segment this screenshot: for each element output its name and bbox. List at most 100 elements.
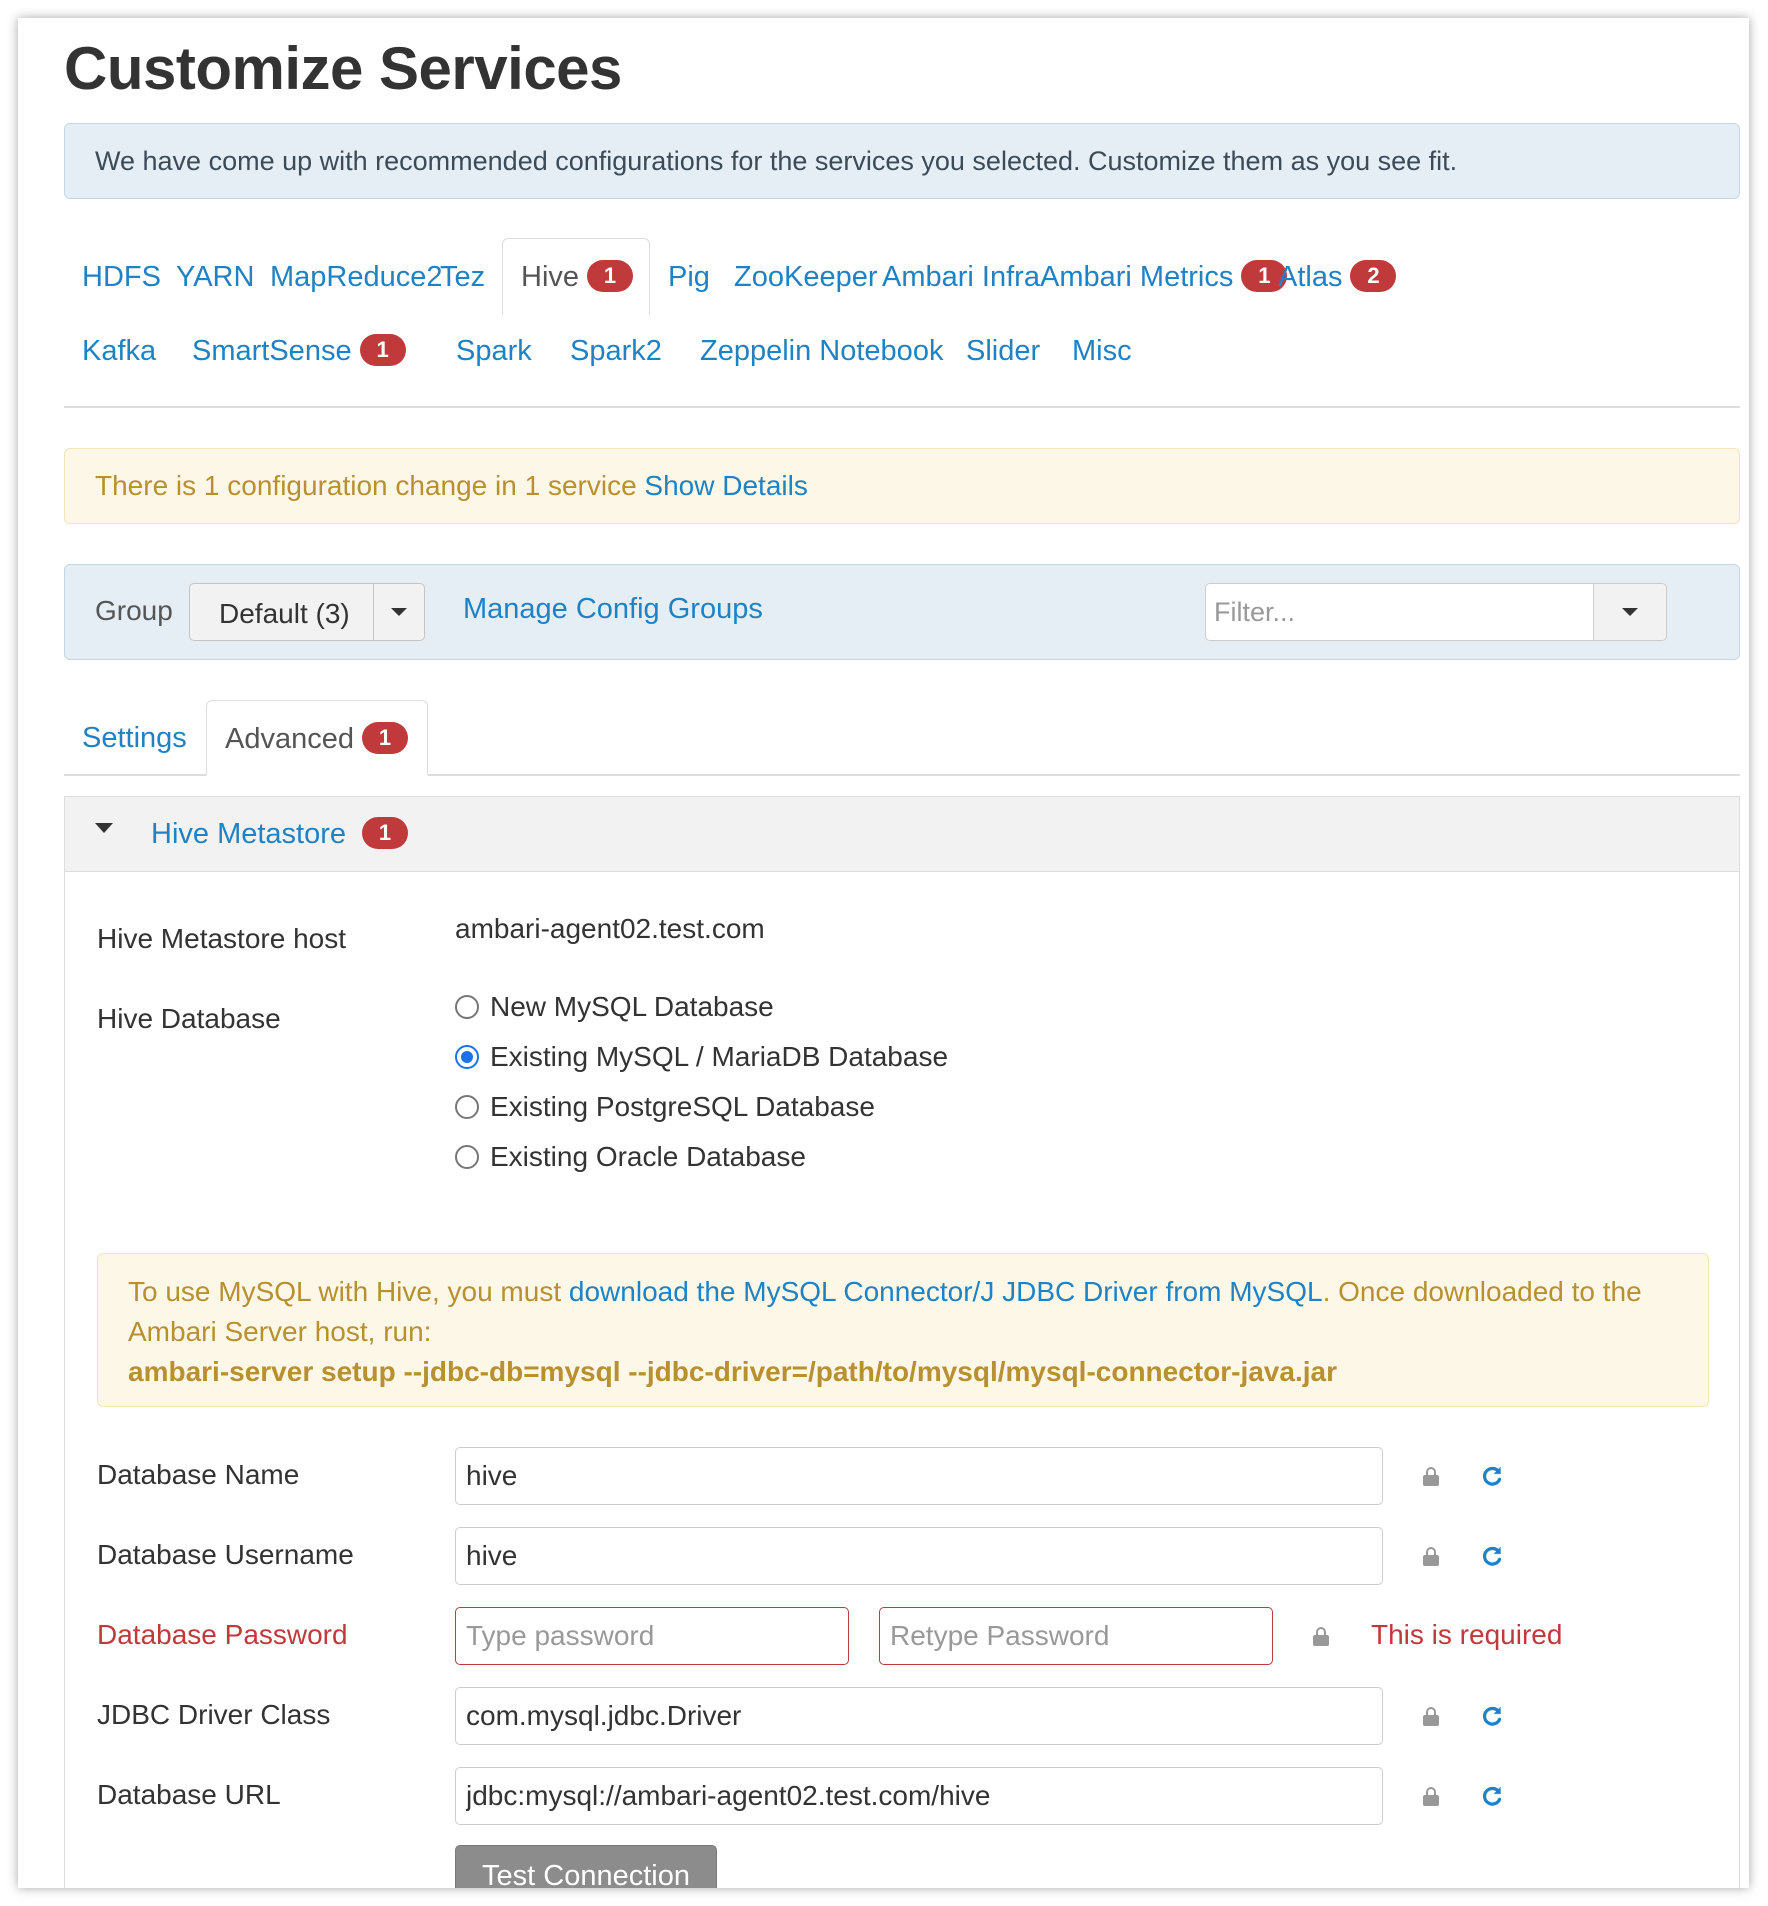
caret-down-icon bbox=[1622, 608, 1638, 616]
tab-label: Advanced bbox=[225, 723, 354, 755]
metastore-host-value: ambari-agent02.test.com bbox=[455, 913, 765, 944]
tab-label: YARN bbox=[176, 261, 255, 293]
download-driver-link[interactable]: download the MySQL Connector/J JDBC Driv… bbox=[569, 1276, 1323, 1307]
db-name-label: Database Name bbox=[97, 1459, 300, 1490]
section-title-link[interactable]: Hive Metastore bbox=[151, 818, 346, 850]
tab-kafka[interactable]: Kafka bbox=[64, 314, 174, 388]
radio-new-mysql[interactable]: New MySQL Database bbox=[455, 989, 774, 1025]
mysql-driver-note: To use MySQL with Hive, you must downloa… bbox=[97, 1253, 1709, 1407]
collapse-caret-icon[interactable] bbox=[95, 823, 113, 833]
tab-label: Misc bbox=[1072, 335, 1132, 367]
jdbc-driver-label: JDBC Driver Class bbox=[97, 1699, 331, 1730]
hive-database-label: Hive Database bbox=[97, 1003, 281, 1034]
metastore-host-label: Hive Metastore host bbox=[97, 923, 346, 954]
config-change-alert: There is 1 configuration change in 1 ser… bbox=[64, 448, 1740, 524]
radio-existing-mysql[interactable]: Existing MySQL / MariaDB Database bbox=[455, 1039, 948, 1075]
tab-misc[interactable]: Misc bbox=[1054, 314, 1150, 388]
db-url-label: Database URL bbox=[97, 1779, 281, 1810]
note-text: To use MySQL with Hive, you must bbox=[128, 1276, 562, 1307]
wizard-content: Customize Services We have come up with … bbox=[64, 18, 1740, 1888]
tab-advanced[interactable]: Advanced 1 bbox=[206, 700, 428, 776]
tab-label: Kafka bbox=[82, 335, 157, 367]
required-error-text: This is required bbox=[1371, 1619, 1563, 1650]
radio-button[interactable] bbox=[455, 994, 479, 1019]
group-select[interactable]: Default (3) bbox=[189, 583, 425, 641]
manage-config-groups-link[interactable]: Manage Config Groups bbox=[463, 593, 763, 626]
filter-input[interactable] bbox=[1205, 583, 1594, 641]
section-header[interactable]: Hive Metastore 1 bbox=[65, 797, 1739, 872]
tab-label: SmartSense bbox=[192, 335, 352, 367]
hive-metastore-section: Hive Metastore 1 Hive Metastore host amba… bbox=[64, 796, 1740, 1888]
wizard-window: Customize Services We have come up with … bbox=[18, 18, 1749, 1888]
lock-icon[interactable] bbox=[1423, 1547, 1439, 1566]
tab-label: Tez bbox=[440, 261, 486, 293]
tab-badge: 1 bbox=[359, 334, 406, 367]
tab-label: HDFS bbox=[82, 261, 161, 293]
tab-badge: 1 bbox=[362, 722, 408, 755]
db-url-input[interactable] bbox=[455, 1767, 1383, 1825]
config-tabs: Settings Advanced 1 bbox=[64, 700, 1740, 776]
tab-label: Zeppelin Notebook bbox=[700, 335, 944, 367]
tab-smartsense[interactable]: SmartSense 1 bbox=[174, 314, 424, 388]
radio-existing-postgresql[interactable]: Existing PostgreSQL Database bbox=[455, 1089, 875, 1125]
tab-spark[interactable]: Spark bbox=[438, 314, 550, 388]
refresh-icon[interactable] bbox=[1479, 1783, 1505, 1809]
tab-label: Hive bbox=[521, 261, 580, 293]
refresh-icon[interactable] bbox=[1479, 1463, 1505, 1489]
radio-existing-oracle[interactable]: Existing Oracle Database bbox=[455, 1139, 806, 1175]
tab-label: MapReduce2 bbox=[270, 261, 443, 293]
radio-button[interactable] bbox=[455, 1144, 479, 1169]
password-input[interactable] bbox=[455, 1607, 849, 1665]
tab-label: Pig bbox=[668, 261, 710, 293]
page-title: Customize Services bbox=[64, 35, 622, 102]
tab-badge: 2 bbox=[1350, 260, 1397, 293]
tab-slider[interactable]: Slider bbox=[948, 314, 1058, 388]
group-label: Group bbox=[95, 595, 173, 626]
lock-icon[interactable] bbox=[1313, 1627, 1329, 1646]
config-group-bar: Group Default (3) Manage Config Groups bbox=[64, 564, 1740, 660]
db-username-input[interactable] bbox=[455, 1527, 1383, 1585]
retype-password-input[interactable] bbox=[879, 1607, 1273, 1665]
group-select-toggle[interactable] bbox=[373, 584, 424, 640]
db-name-input[interactable] bbox=[455, 1447, 1383, 1505]
tab-label: Atlas bbox=[1278, 261, 1343, 293]
db-username-label: Database Username bbox=[97, 1539, 354, 1570]
lock-icon[interactable] bbox=[1423, 1787, 1439, 1806]
tab-settings[interactable]: Settings bbox=[64, 700, 205, 776]
tab-tez[interactable]: Tez bbox=[422, 240, 503, 314]
section-title[interactable]: Hive Metastore 1 bbox=[151, 817, 409, 851]
tab-label: ZooKeeper bbox=[734, 261, 878, 293]
radio-label: Existing Oracle Database bbox=[490, 1141, 806, 1172]
refresh-icon[interactable] bbox=[1479, 1543, 1505, 1569]
radio-label: Existing PostgreSQL Database bbox=[490, 1091, 875, 1122]
tab-atlas[interactable]: Atlas 2 bbox=[1260, 240, 1414, 314]
tab-label: Ambari Infra bbox=[882, 261, 1040, 293]
tab-label: Spark bbox=[456, 335, 532, 367]
tab-label: Slider bbox=[966, 335, 1041, 367]
tab-badge: 1 bbox=[587, 260, 634, 293]
show-details-link[interactable]: Show Details bbox=[644, 470, 807, 501]
group-select-value: Default (3) bbox=[219, 598, 350, 629]
lock-icon[interactable] bbox=[1423, 1467, 1439, 1486]
test-connection-button[interactable]: Test Connection bbox=[455, 1845, 717, 1888]
radio-button-checked[interactable] bbox=[455, 1044, 479, 1069]
tab-zeppelin-notebook[interactable]: Zeppelin Notebook bbox=[682, 314, 961, 388]
radio-button[interactable] bbox=[455, 1094, 479, 1119]
section-badge: 1 bbox=[362, 817, 409, 850]
alert-text: There is 1 configuration change in 1 ser… bbox=[95, 470, 637, 501]
tab-spark2[interactable]: Spark2 bbox=[552, 314, 680, 388]
info-alert: We have come up with recommended configu… bbox=[64, 123, 1740, 199]
tab-label: Settings bbox=[82, 722, 187, 754]
lock-icon[interactable] bbox=[1423, 1707, 1439, 1726]
setup-command: ambari-server setup --jdbc-db=mysql --jd… bbox=[128, 1356, 1337, 1387]
jdbc-driver-input[interactable] bbox=[455, 1687, 1383, 1745]
tab-label: Ambari Metrics bbox=[1040, 261, 1234, 293]
db-password-label: Database Password bbox=[97, 1619, 348, 1650]
refresh-icon[interactable] bbox=[1479, 1703, 1505, 1729]
radio-label: New MySQL Database bbox=[490, 991, 774, 1022]
tab-hive[interactable]: Hive 1 bbox=[502, 238, 650, 316]
caret-down-icon bbox=[391, 608, 407, 616]
radio-label: Existing MySQL / MariaDB Database bbox=[490, 1041, 949, 1072]
filter-dropdown-button[interactable] bbox=[1593, 583, 1667, 641]
tab-label: Spark2 bbox=[570, 335, 662, 367]
